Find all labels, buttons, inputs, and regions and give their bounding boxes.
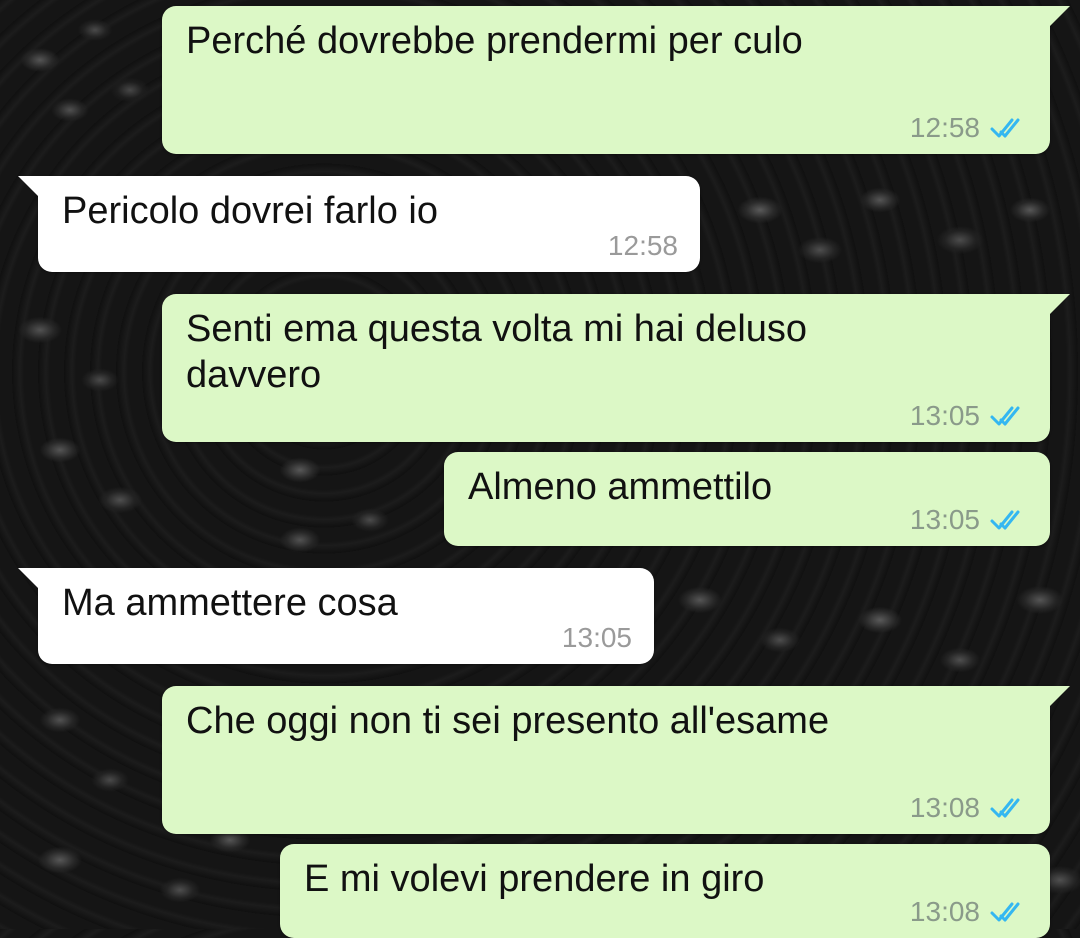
double-check-read-icon	[990, 902, 1020, 922]
message-bubble-outgoing[interactable]: Almeno ammettilo 13:05	[444, 452, 1050, 546]
double-check-read-icon	[990, 406, 1020, 426]
message-text: Senti ema questa volta mi hai deluso dav…	[186, 308, 818, 396]
message-text: Ma ammettere cosa	[62, 582, 398, 624]
message-timestamp: 12:58	[909, 112, 980, 143]
message-bubble-outgoing[interactable]: Senti ema questa volta mi hai deluso dav…	[162, 294, 1070, 442]
message-text: Perché dovrebbe prendermi per culo	[186, 20, 803, 62]
message-timestamp: 13:08	[909, 792, 980, 823]
double-check-read-icon	[990, 798, 1020, 818]
double-check-read-icon	[990, 118, 1020, 138]
message-text: Pericolo dovrei farlo io	[62, 190, 438, 232]
message-bubble-outgoing[interactable]: Perché dovrebbe prendermi per culo 12:58	[162, 6, 1070, 154]
message-bubble-outgoing[interactable]: Che oggi non ti sei presento all'esame 1…	[162, 686, 1070, 834]
message-meta: 13:08	[910, 792, 1028, 824]
message-meta: 12:58	[608, 230, 678, 262]
message-bubble-outgoing[interactable]: E mi volevi prendere in giro 13:08	[280, 844, 1050, 938]
message-timestamp: 12:58	[607, 230, 678, 261]
message-meta: 13:05	[910, 504, 1028, 536]
message-meta: 12:58	[910, 112, 1028, 144]
message-bubble-incoming[interactable]: Pericolo dovrei farlo io 12:58	[18, 176, 700, 272]
message-meta: 13:05	[562, 622, 632, 654]
double-check-read-icon	[990, 510, 1020, 530]
message-timestamp: 13:05	[909, 504, 980, 535]
message-timestamp: 13:05	[561, 622, 632, 653]
message-meta: 13:08	[910, 896, 1028, 928]
message-meta: 13:05	[910, 400, 1028, 432]
message-timestamp: 13:05	[909, 400, 980, 431]
message-bubble-incoming[interactable]: Ma ammettere cosa 13:05	[18, 568, 654, 664]
message-timestamp: 13:08	[909, 896, 980, 927]
message-text: Che oggi non ti sei presento all'esame	[186, 700, 830, 742]
chat-conversation: Perché dovrebbe prendermi per culo 12:58…	[0, 0, 1080, 938]
